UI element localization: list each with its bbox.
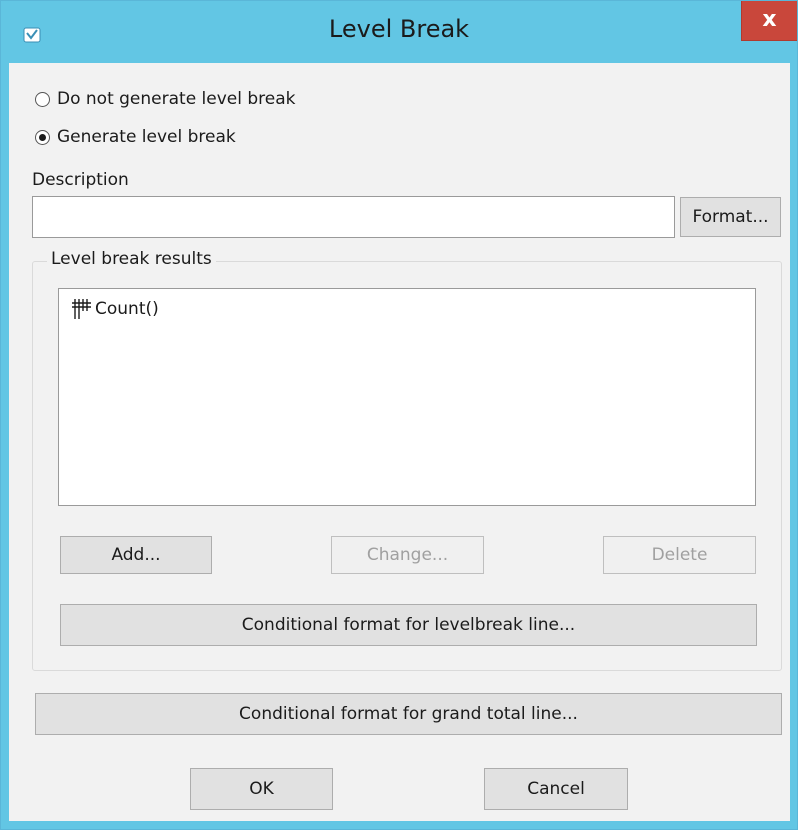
close-button[interactable]: x bbox=[741, 1, 797, 41]
list-item-label: Count() bbox=[95, 299, 159, 319]
format-button[interactable]: Format... bbox=[680, 197, 781, 237]
tally-icon bbox=[71, 297, 93, 321]
cancel-button[interactable]: Cancel bbox=[484, 768, 628, 810]
delete-button[interactable]: Delete bbox=[603, 536, 756, 574]
radio-label: Generate level break bbox=[57, 127, 236, 147]
radio-label: Do not generate level break bbox=[57, 89, 296, 109]
radio-generate-level-break[interactable]: Generate level break bbox=[35, 125, 236, 149]
radio-indicator[interactable] bbox=[35, 91, 50, 107]
radio-indicator[interactable] bbox=[35, 129, 50, 145]
level-break-results-label: Level break results bbox=[47, 249, 216, 269]
levelbreak-conditional-format-button[interactable]: Conditional format for levelbreak line..… bbox=[60, 604, 757, 646]
grand-total-conditional-format-button[interactable]: Conditional format for grand total line.… bbox=[35, 693, 782, 735]
change-button[interactable]: Change... bbox=[331, 536, 484, 574]
list-item[interactable]: Count() bbox=[71, 297, 159, 321]
dialog-body: Do not generate level break Generate lev… bbox=[9, 63, 790, 821]
level-break-dialog: Level Break x Do not generate level brea… bbox=[0, 0, 798, 830]
description-input[interactable] bbox=[32, 196, 675, 238]
add-button[interactable]: Add... bbox=[60, 536, 212, 574]
level-break-results-list[interactable]: Count() bbox=[58, 288, 756, 506]
ok-button[interactable]: OK bbox=[190, 768, 333, 810]
window-title: Level Break bbox=[328, 15, 470, 43]
description-label: Description bbox=[32, 170, 129, 190]
title-bar: Level Break x bbox=[1, 1, 797, 63]
radio-no-level-break[interactable]: Do not generate level break bbox=[35, 87, 296, 111]
